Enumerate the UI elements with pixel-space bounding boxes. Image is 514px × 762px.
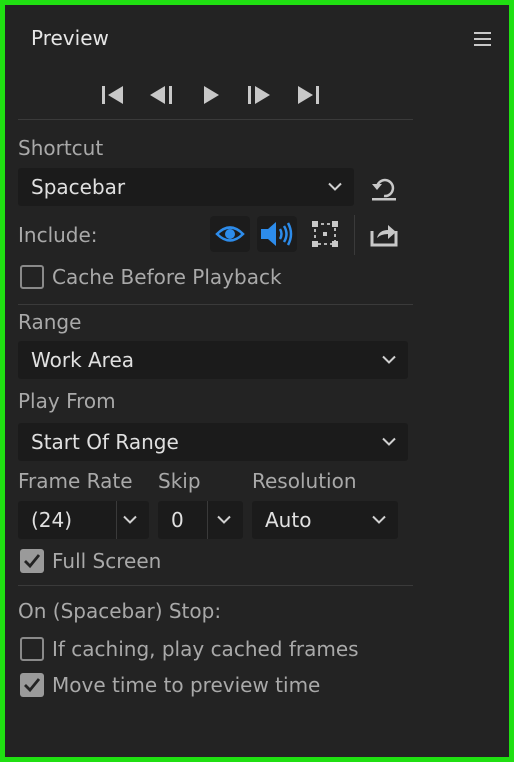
reset-icon xyxy=(372,178,396,201)
include-video-toggle[interactable] xyxy=(210,216,250,252)
first-frame-icon xyxy=(102,86,123,104)
include-label: Include: xyxy=(18,223,98,247)
first-frame-button[interactable] xyxy=(99,81,127,109)
divider xyxy=(18,119,413,120)
previous-frame-button[interactable] xyxy=(147,81,175,109)
play-from-label: Play From xyxy=(18,389,116,413)
cache-before-playback-label: Cache Before Playback xyxy=(52,265,282,289)
divider xyxy=(354,215,355,255)
divider xyxy=(18,304,413,305)
last-frame-button[interactable] xyxy=(294,81,322,109)
next-frame-icon xyxy=(248,86,270,104)
checkmark-icon xyxy=(24,678,41,693)
range-value: Work Area xyxy=(31,348,135,372)
resolution-dropdown[interactable]: Auto xyxy=(252,501,398,539)
preview-panel: Preview Shortcut Spacebar Include: Cache… xyxy=(0,0,514,762)
chevron-down-icon xyxy=(372,515,386,524)
resolution-label: Resolution xyxy=(252,469,357,493)
chevron-down-icon xyxy=(382,437,396,446)
speaker-icon xyxy=(261,222,293,246)
chevron-down-icon xyxy=(217,515,231,524)
panel-title: Preview xyxy=(31,26,109,50)
export-button[interactable] xyxy=(369,220,399,250)
full-screen-label: Full Screen xyxy=(52,549,162,573)
range-dropdown[interactable]: Work Area xyxy=(18,341,408,379)
include-audio-toggle[interactable] xyxy=(257,216,297,252)
shortcut-value: Spacebar xyxy=(31,175,126,199)
next-frame-button[interactable] xyxy=(245,81,273,109)
play-button[interactable] xyxy=(197,81,225,109)
include-overlays-toggle[interactable] xyxy=(305,216,345,252)
if-caching-label: If caching, play cached frames xyxy=(52,637,359,661)
play-from-value: Start Of Range xyxy=(31,430,179,454)
checkmark-icon xyxy=(24,554,41,569)
skip-label: Skip xyxy=(158,469,201,493)
stop-behavior-label: On (Spacebar) Stop: xyxy=(18,599,222,623)
overlays-icon xyxy=(312,221,338,247)
reset-shortcut-button[interactable] xyxy=(369,173,399,203)
last-frame-icon xyxy=(298,86,319,104)
export-icon xyxy=(370,225,398,247)
divider xyxy=(18,585,413,586)
chevron-down-icon xyxy=(123,515,137,524)
play-from-dropdown[interactable]: Start Of Range xyxy=(18,423,408,461)
full-screen-checkbox[interactable] xyxy=(20,549,44,573)
frame-rate-label: Frame Rate xyxy=(18,469,133,493)
frame-rate-value: (24) xyxy=(31,508,73,532)
if-caching-checkbox[interactable] xyxy=(20,637,44,661)
frame-rate-dropdown[interactable]: (24) xyxy=(18,501,149,539)
shortcut-label: Shortcut xyxy=(18,136,104,160)
divider xyxy=(116,501,117,539)
range-label: Range xyxy=(18,310,82,334)
skip-dropdown[interactable]: 0 xyxy=(158,501,243,539)
eye-icon xyxy=(215,226,245,242)
play-icon xyxy=(204,86,219,104)
move-time-checkbox[interactable] xyxy=(20,673,44,697)
hamburger-menu-icon[interactable] xyxy=(474,32,491,48)
chevron-down-icon xyxy=(382,355,396,364)
resolution-value: Auto xyxy=(265,508,312,532)
shortcut-dropdown[interactable]: Spacebar xyxy=(18,168,354,206)
move-time-label: Move time to preview time xyxy=(52,673,321,697)
chevron-down-icon xyxy=(328,182,342,191)
previous-frame-icon xyxy=(150,86,172,104)
cache-before-playback-checkbox[interactable] xyxy=(20,265,44,289)
skip-value: 0 xyxy=(171,508,184,532)
divider xyxy=(207,501,208,539)
